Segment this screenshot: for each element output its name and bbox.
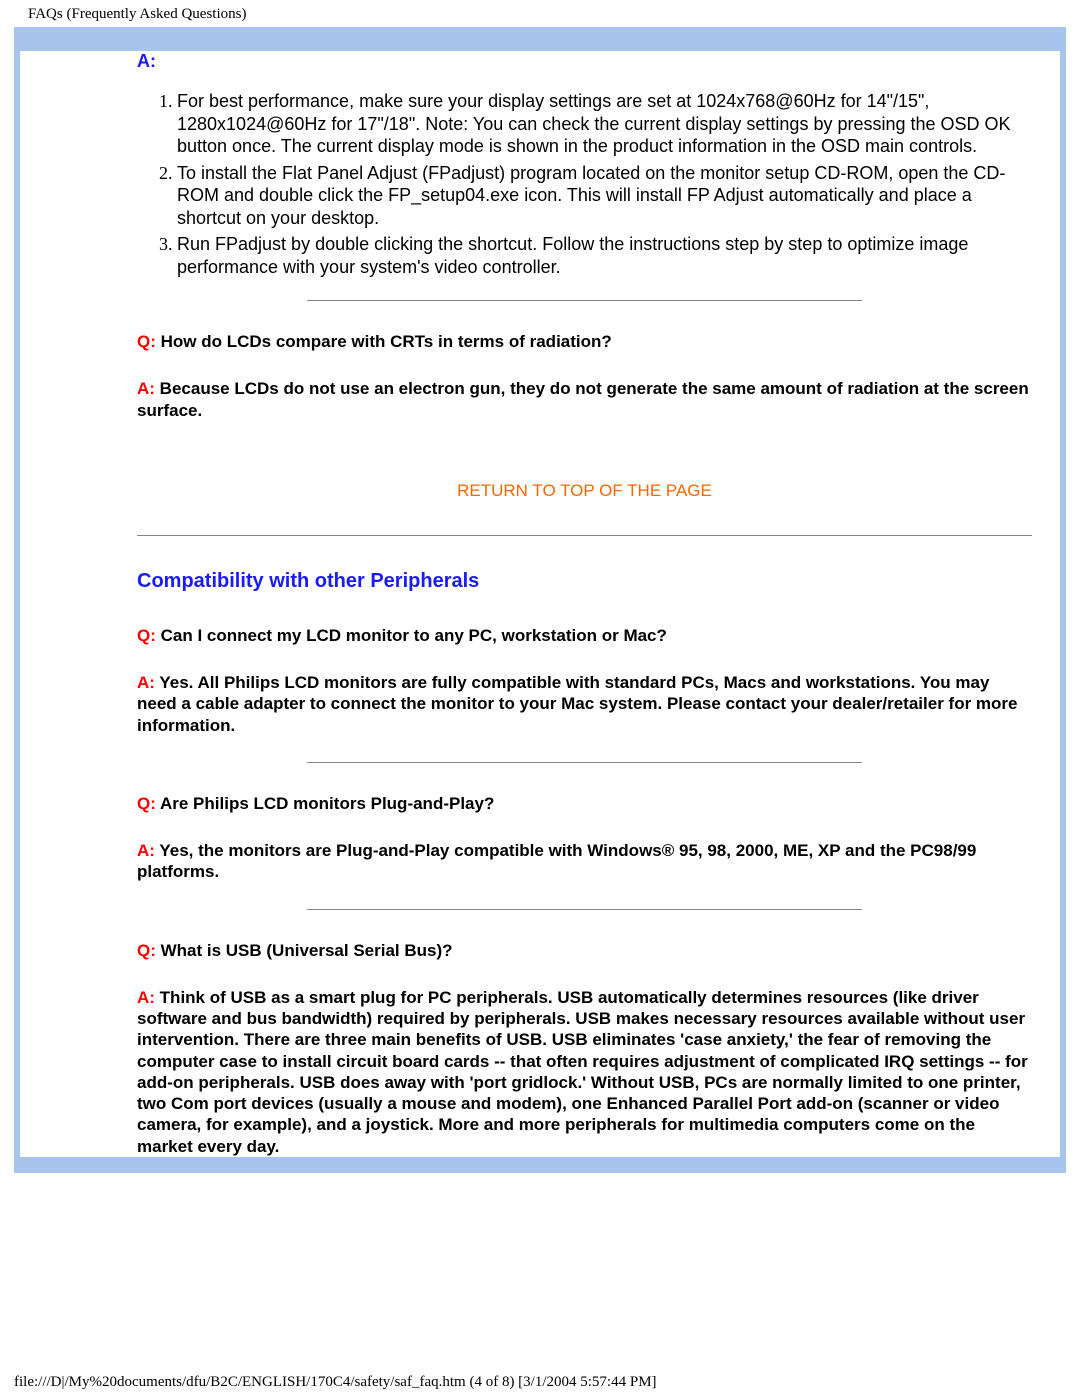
divider	[307, 762, 862, 763]
page: FAQs (Frequently Asked Questions) A: For…	[0, 0, 1080, 1397]
list-item: Run FPadjust by double clicking the shor…	[177, 233, 1032, 278]
qa-block-compat-q: Q: Can I connect my LCD monitor to any P…	[137, 625, 1032, 646]
steps-list: For best performance, make sure your dis…	[137, 90, 1032, 278]
divider	[307, 300, 862, 301]
a-label: A:	[137, 988, 155, 1007]
list-item: To install the Flat Panel Adjust (FPadju…	[177, 162, 1032, 230]
a-text: Because LCDs do not use an electron gun,…	[137, 379, 1029, 419]
answer-label: A:	[137, 51, 1032, 72]
a-text: Think of USB as a smart plug for PC peri…	[137, 988, 1028, 1156]
q-text: What is USB (Universal Serial Bus)?	[156, 941, 453, 960]
breadcrumb: FAQs (Frequently Asked Questions)	[0, 0, 1080, 23]
q-label: Q:	[137, 794, 156, 813]
return-to-top-link[interactable]: RETURN TO TOP OF THE PAGE	[137, 481, 1032, 501]
a-label: A:	[137, 379, 155, 398]
content-frame: A: For best performance, make sure your …	[14, 27, 1066, 1173]
qa-block-compat-a: A: Yes. All Philips LCD monitors are ful…	[137, 672, 1032, 736]
section-divider	[137, 535, 1032, 536]
a-text: Yes, the monitors are Plug-and-Play comp…	[137, 841, 976, 881]
footer-path: file:///D|/My%20documents/dfu/B2C/ENGLIS…	[14, 1374, 657, 1391]
q-text: How do LCDs compare with CRTs in terms o…	[156, 332, 612, 351]
q-text: Can I connect my LCD monitor to any PC, …	[156, 626, 667, 645]
list-item: For best performance, make sure your dis…	[177, 90, 1032, 158]
content-column: A: For best performance, make sure your …	[137, 51, 1032, 1157]
a-label: A:	[137, 841, 155, 860]
qa-block-pnp-a: A: Yes, the monitors are Plug-and-Play c…	[137, 840, 1032, 883]
qa-block-radiation-a: A: Because LCDs do not use an electron g…	[137, 378, 1032, 421]
qa-block-usb-a: A: Think of USB as a smart plug for PC p…	[137, 987, 1032, 1157]
q-text: Are Philips LCD monitors Plug-and-Play?	[156, 794, 494, 813]
content-inner: A: For best performance, make sure your …	[20, 51, 1060, 1157]
q-label: Q:	[137, 332, 156, 351]
divider	[307, 909, 862, 910]
q-label: Q:	[137, 626, 156, 645]
qa-block-pnp-q: Q: Are Philips LCD monitors Plug-and-Pla…	[137, 793, 1032, 814]
a-text: Yes. All Philips LCD monitors are fully …	[137, 673, 1018, 735]
q-label: Q:	[137, 941, 156, 960]
a-label: A:	[137, 673, 155, 692]
section-heading-compat: Compatibility with other Peripherals	[137, 570, 1032, 593]
qa-block-radiation-q: Q: How do LCDs compare with CRTs in term…	[137, 331, 1032, 352]
qa-block-usb-q: Q: What is USB (Universal Serial Bus)?	[137, 940, 1032, 961]
